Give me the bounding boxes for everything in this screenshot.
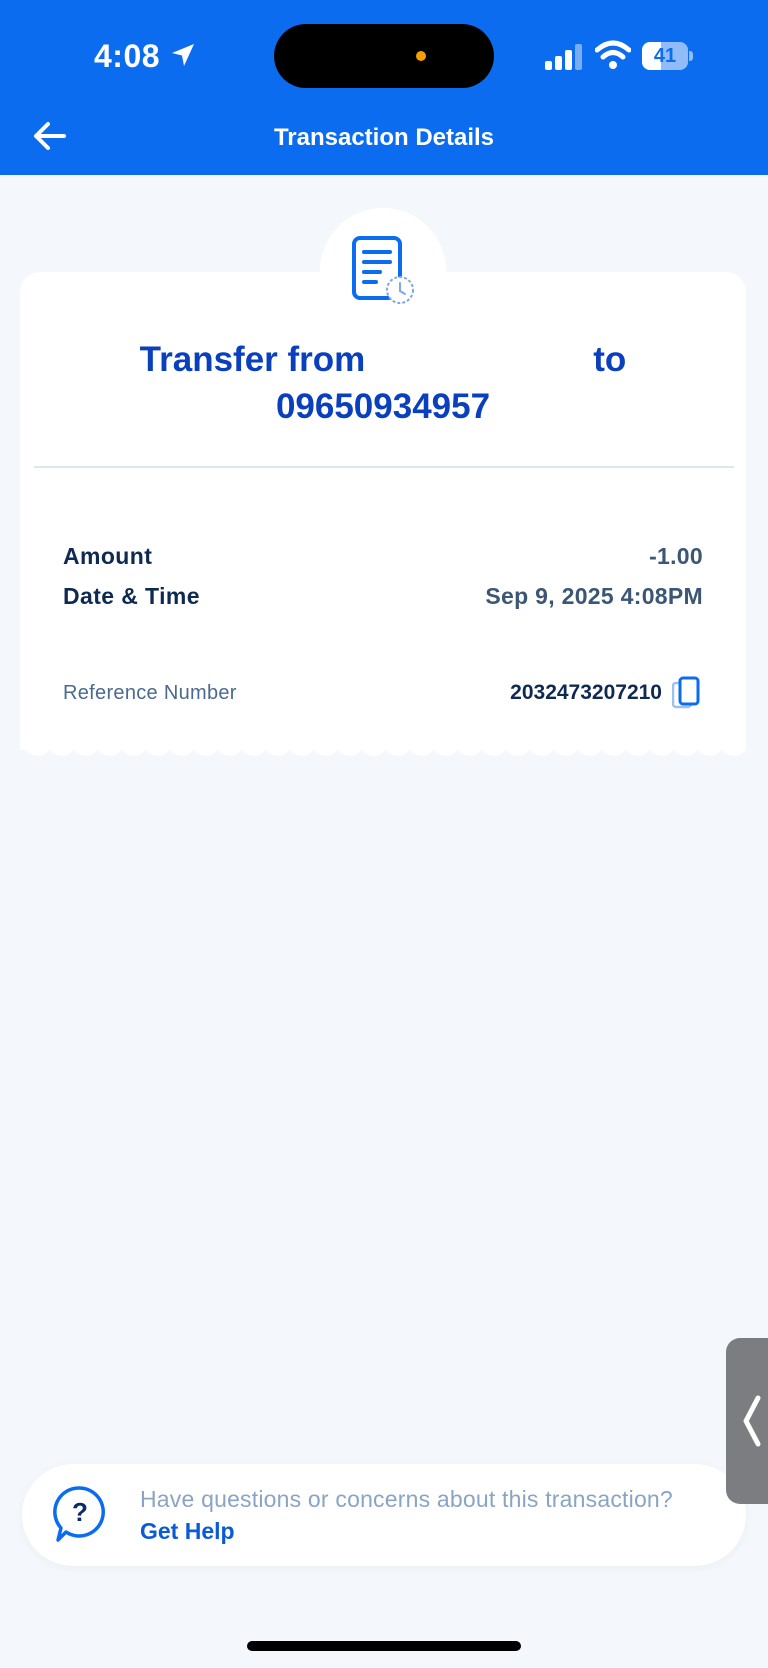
divider: [34, 466, 734, 468]
date-time-value: Sep 9, 2025 4:08PM: [485, 583, 703, 609]
dynamic-island: [274, 24, 494, 88]
chevron-left-icon: [743, 1395, 761, 1447]
privacy-indicator-dot: [416, 51, 426, 61]
page-title: Transaction Details: [273, 124, 495, 151]
home-indicator[interactable]: [247, 1641, 521, 1651]
help-question-icon: ?: [53, 1486, 105, 1542]
copy-icon[interactable]: [672, 676, 702, 710]
amount-label: Amount: [63, 543, 153, 569]
receipt-torn-edge: [20, 740, 746, 756]
title-to-label: to: [593, 340, 627, 379]
wifi-icon: [595, 40, 631, 69]
transaction-title: Transfer from to 09650934957: [30, 336, 736, 430]
battery-icon: 41: [642, 42, 693, 70]
location-arrow-icon: [172, 44, 194, 66]
reference-number-value: 2032473207210: [510, 681, 662, 704]
amount-value: -1.00: [649, 543, 703, 569]
recipient-number: 09650934957: [275, 387, 491, 426]
help-question-text: Have questions or concerns about this tr…: [140, 1486, 673, 1512]
reference-number-label: Reference Number: [63, 682, 237, 704]
side-drawer-tab[interactable]: [726, 1338, 768, 1504]
battery-level: 41: [653, 45, 677, 67]
date-time-label: Date & Time: [63, 583, 200, 609]
status-time: 4:08: [94, 38, 161, 74]
help-card[interactable]: [22, 1464, 746, 1566]
get-help-link[interactable]: Get Help: [140, 1518, 235, 1545]
receipt-clock-icon: [352, 236, 414, 304]
cellular-signal-icon: [545, 44, 582, 70]
title-from-label: Transfer from: [139, 340, 366, 379]
svg-text:?: ?: [72, 1497, 88, 1527]
